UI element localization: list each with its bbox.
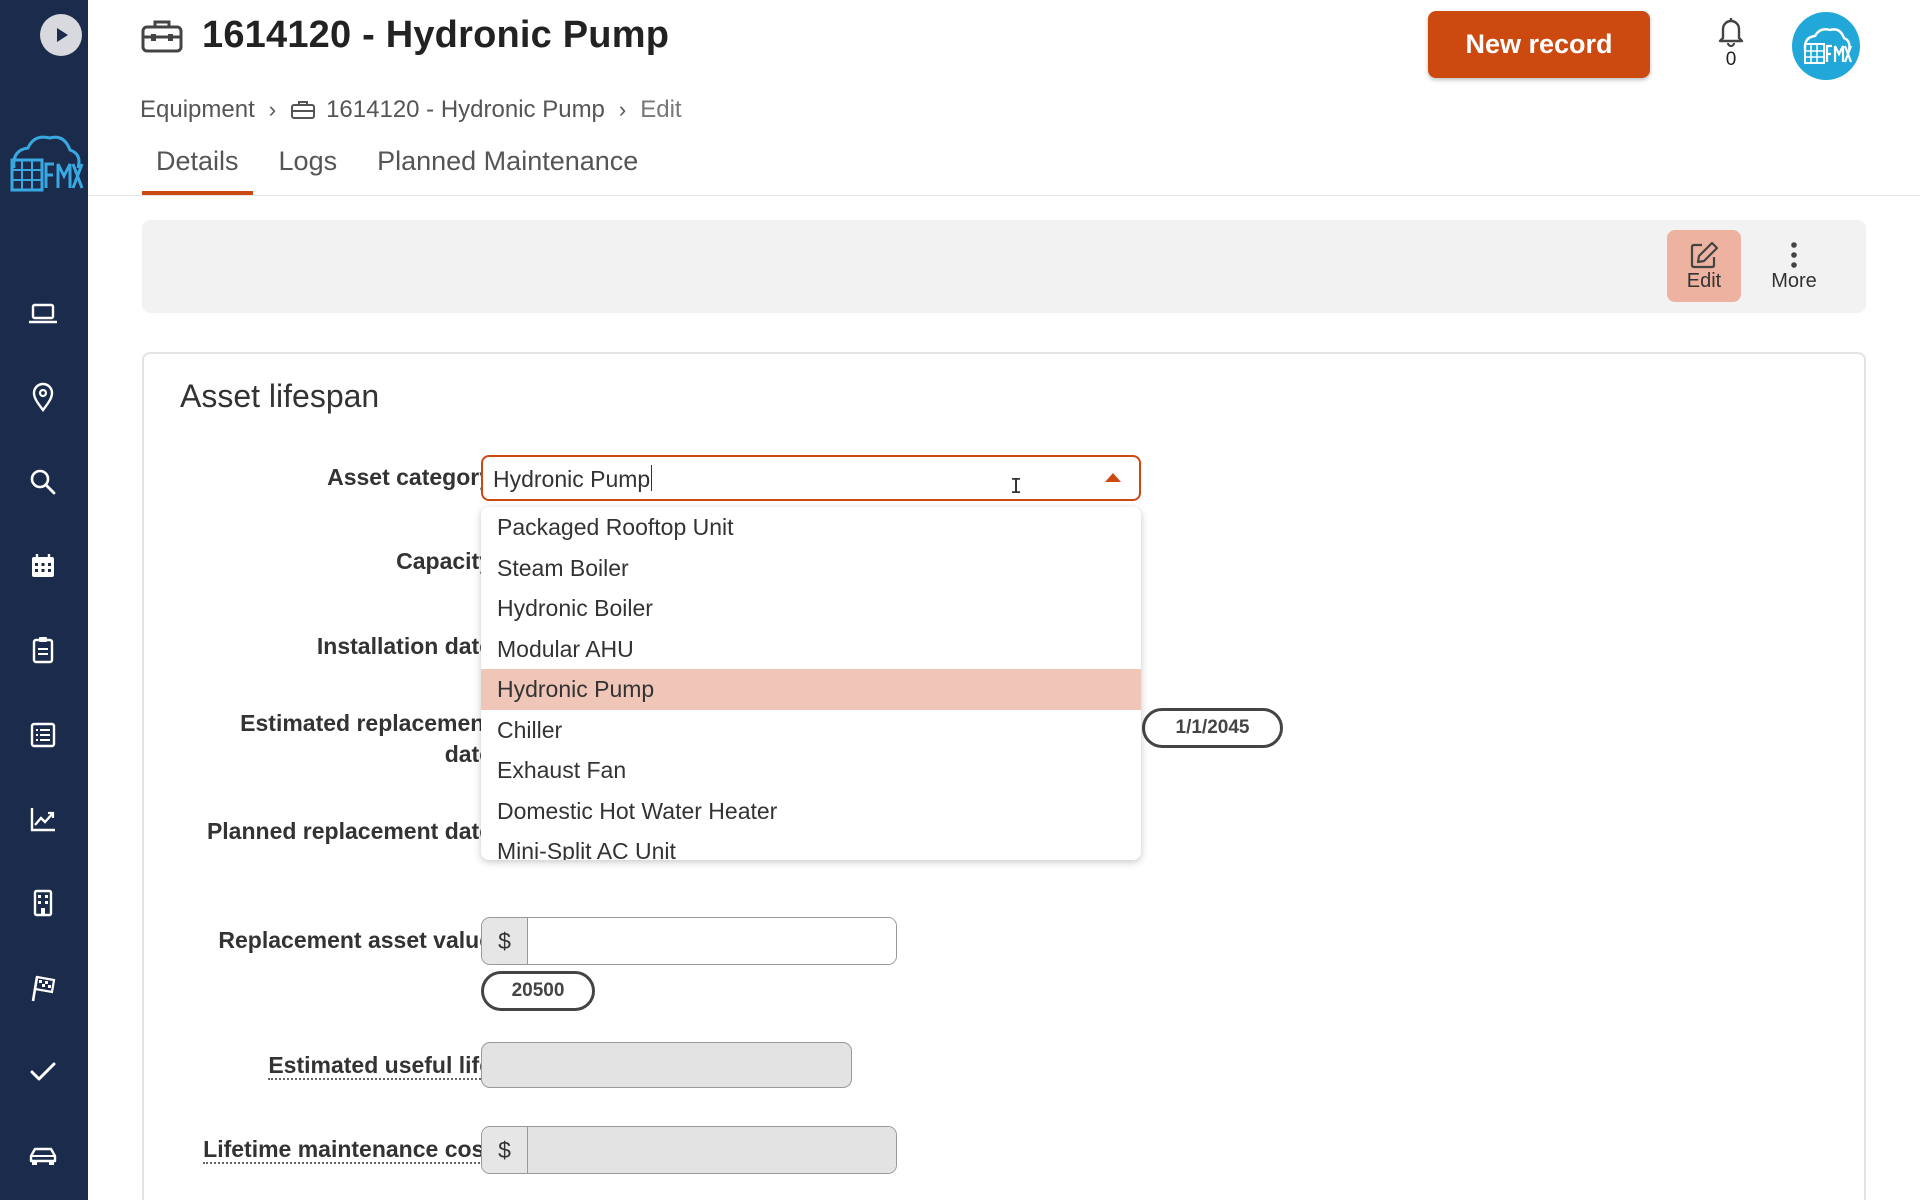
asset-category-combobox[interactable]: Hydronic Pump [481, 455, 1141, 501]
fmx-logo [4, 128, 84, 198]
asset-category-input[interactable]: Hydronic Pump [493, 466, 650, 493]
more-vertical-icon [1791, 241, 1797, 268]
edit-icon [1690, 241, 1719, 268]
new-record-button[interactable]: New record [1428, 11, 1650, 78]
currency-symbol: $ [482, 1127, 528, 1173]
edit-label: Edit [1686, 269, 1722, 292]
page-header: 1614120 - Hydronic Pump [140, 14, 669, 57]
chart-icon [30, 808, 55, 832]
tab-planned-maintenance[interactable]: Planned Maintenance [363, 146, 652, 195]
dropdown-option[interactable]: Steam Boiler [481, 548, 1141, 589]
estimated-replacement-date-label: Estimated replacement date [240, 710, 492, 767]
text-cursor-icon: I [1010, 474, 1023, 498]
tab-bar: Details Logs Planned Maintenance [142, 146, 664, 195]
toolbox-icon [141, 20, 183, 52]
text-caret [651, 465, 652, 491]
calendar-icon [32, 554, 54, 577]
chevron-right-icon: › [268, 97, 277, 122]
dropdown-option[interactable]: Packaged Rooftop Unit [481, 507, 1141, 548]
breadcrumb-edit: Edit [640, 96, 682, 123]
tab-details[interactable]: Details [142, 146, 253, 195]
section-title: Asset lifespan [180, 378, 380, 414]
lifetime-maintenance-cost-text: Lifetime maintenance cost [203, 1136, 492, 1164]
location-pin-icon [32, 382, 54, 412]
dropdown-option-selected[interactable]: Hydronic Pump [481, 669, 1141, 710]
currency-symbol: $ [482, 918, 528, 964]
dropdown-option[interactable]: Modular AHU [481, 629, 1141, 670]
estimated-useful-life-text: Estimated useful life [268, 1052, 492, 1080]
dropdown-option[interactable]: Domestic Hot Water Heater [481, 791, 1141, 832]
more-button[interactable]: More [1757, 230, 1831, 302]
play-icon [57, 28, 68, 42]
search-icon [30, 469, 56, 495]
sidebar-item-projects[interactable] [22, 967, 64, 1009]
check-icon [30, 1062, 56, 1081]
tabs-divider [88, 195, 1920, 196]
edit-button[interactable]: Edit [1667, 230, 1741, 302]
chevron-right-icon: › [618, 97, 627, 122]
estimated-replacement-date-suggestion[interactable]: 1/1/2045 [1142, 708, 1283, 748]
estimated-useful-life-label[interactable]: Estimated useful life [268, 1050, 492, 1081]
notification-count: 0 [1725, 49, 1737, 70]
sidebar-toggle-button[interactable] [40, 14, 82, 56]
lifetime-maintenance-cost-label[interactable]: Lifetime maintenance cost [202, 1134, 492, 1165]
laptop-icon [29, 303, 57, 324]
replacement-asset-value-field: $ [481, 917, 897, 965]
estimated-useful-life-field [481, 1042, 852, 1088]
sidebar-item-reports[interactable] [22, 798, 64, 840]
asset-category-label: Asset category [327, 464, 492, 490]
lifetime-maintenance-cost-input [528, 1127, 896, 1173]
page-title: 1614120 - Hydronic Pump [202, 14, 670, 56]
planned-replacement-date-label: Planned replacement date [206, 818, 492, 844]
sidebar-item-lists[interactable] [22, 714, 64, 756]
breadcrumb: Equipment › 1614120 - Hydronic Pump › Ed… [140, 96, 682, 124]
asset-category-dropdown: Packaged Rooftop Unit Steam Boiler Hydro… [481, 507, 1141, 860]
record-toolbar: Edit More [142, 220, 1866, 313]
sidebar-item-fleet[interactable] [22, 1135, 64, 1177]
dropdown-option[interactable]: Exhaust Fan [481, 750, 1141, 791]
replacement-value-suggestion[interactable]: 20500 [481, 971, 595, 1011]
notifications-button[interactable]: 0 [1710, 14, 1752, 74]
building-icon [33, 889, 53, 917]
avatar[interactable] [1792, 12, 1860, 80]
replacement-asset-value-label: Replacement asset value [218, 927, 492, 953]
breadcrumb-equipment[interactable]: Equipment [140, 96, 255, 124]
caret-up-icon[interactable] [1105, 473, 1121, 482]
sidebar-item-buildings[interactable] [22, 882, 64, 924]
clipboard-icon [32, 637, 54, 664]
sidebar-item-requests[interactable] [22, 629, 64, 671]
sidebar-item-calendar[interactable] [22, 545, 64, 587]
fmx-logo-icon [1803, 28, 1853, 64]
list-icon [30, 722, 56, 748]
sidebar-item-locations[interactable] [22, 376, 64, 418]
replacement-asset-value-input[interactable] [528, 918, 896, 964]
dropdown-option[interactable]: Hydronic Boiler [481, 588, 1141, 629]
more-label: More [1771, 269, 1817, 292]
sidebar-item-equipment[interactable] [22, 292, 64, 334]
sidebar-item-search[interactable] [22, 461, 64, 503]
installation-date-label: Installation date [316, 633, 492, 659]
sidebar-item-tasks[interactable] [22, 1051, 64, 1093]
capacity-label: Capacity [396, 548, 492, 574]
breadcrumb-record[interactable]: 1614120 - Hydronic Pump [326, 96, 605, 124]
flag-icon [31, 975, 56, 1002]
sidebar [0, 0, 88, 1200]
lifetime-maintenance-cost-field: $ [481, 1126, 897, 1174]
toolbox-icon [291, 101, 316, 119]
bell-icon [1718, 18, 1744, 48]
tab-logs[interactable]: Logs [265, 146, 352, 195]
dropdown-option[interactable]: Mini-Split AC Unit [481, 831, 1141, 860]
dropdown-option[interactable]: Chiller [481, 710, 1141, 751]
car-icon [29, 1147, 57, 1165]
